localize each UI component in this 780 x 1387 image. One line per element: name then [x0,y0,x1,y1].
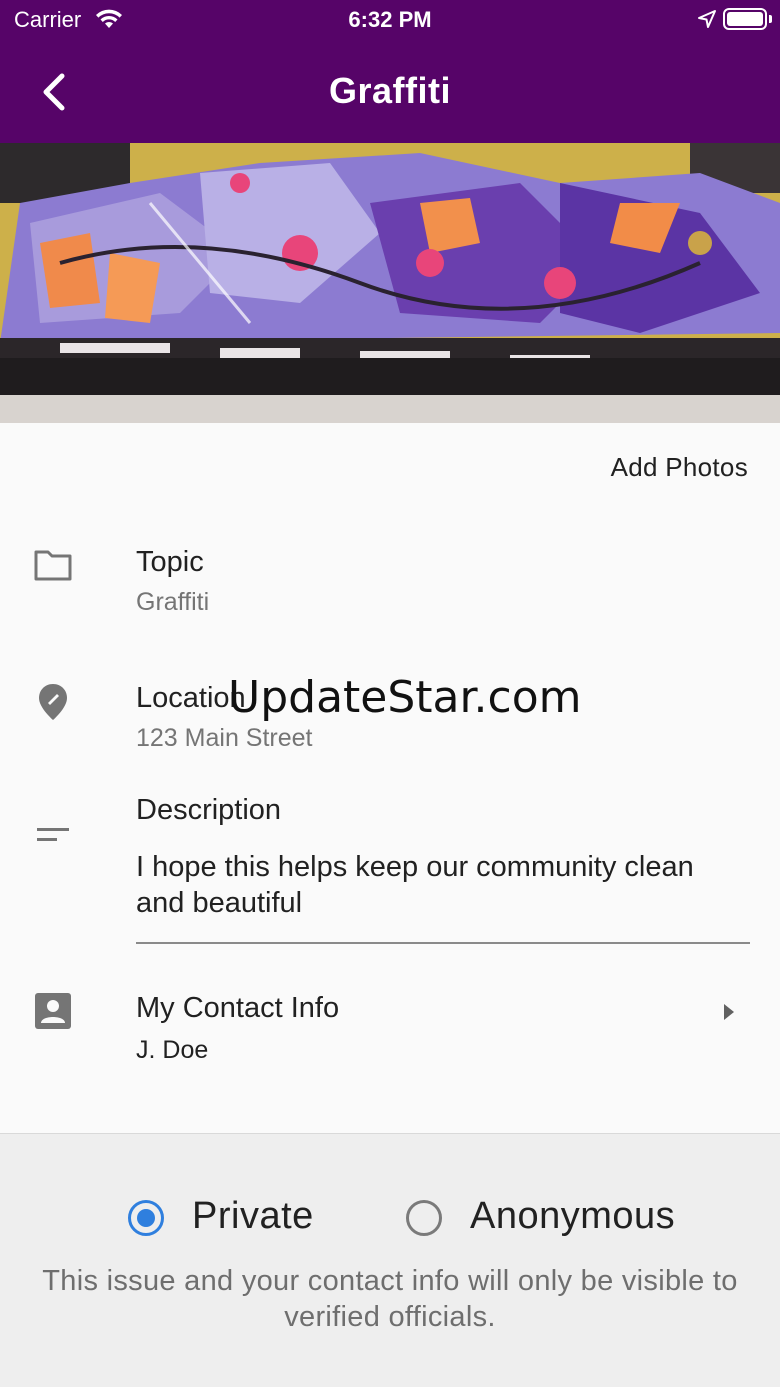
anonymous-radio[interactable] [406,1200,442,1236]
issue-photo[interactable] [0,143,780,423]
map-pin-icon [36,682,70,727]
contact-label[interactable]: My Contact Info [136,992,339,1025]
watermark: UpdateStar.com [228,672,582,723]
status-time: 6:32 PM [348,7,432,32]
status-bar: Carrier 6:32 PM [0,0,780,40]
private-radio[interactable] [128,1200,164,1236]
private-radio-label[interactable]: Private [192,1195,314,1238]
topic-value[interactable]: Graffiti [136,588,209,617]
location-value[interactable]: 123 Main Street [136,724,313,753]
page-title: Graffiti [328,70,451,111]
description-underline [136,942,750,944]
description-label: Description [136,794,282,826]
anonymous-radio-label[interactable]: Anonymous [470,1195,675,1238]
battery-tip [769,15,772,23]
contact-card-icon [35,993,71,1034]
chevron-right-icon[interactable] [722,1002,736,1027]
description-lines-icon [37,826,71,851]
topic-label[interactable]: Topic [136,546,204,579]
privacy-note: This issue and your contact info will on… [42,1265,738,1333]
folder-icon [33,548,73,587]
location-arrow-icon [697,9,717,34]
add-photos-button[interactable]: Add Photos [611,452,748,483]
battery-icon [723,8,767,30]
description-input[interactable]: I hope this helps keep our community cle… [136,849,716,921]
app-bar: Graffiti [0,40,780,143]
contact-value[interactable]: J. Doe [136,1036,208,1065]
privacy-panel [0,1133,780,1387]
